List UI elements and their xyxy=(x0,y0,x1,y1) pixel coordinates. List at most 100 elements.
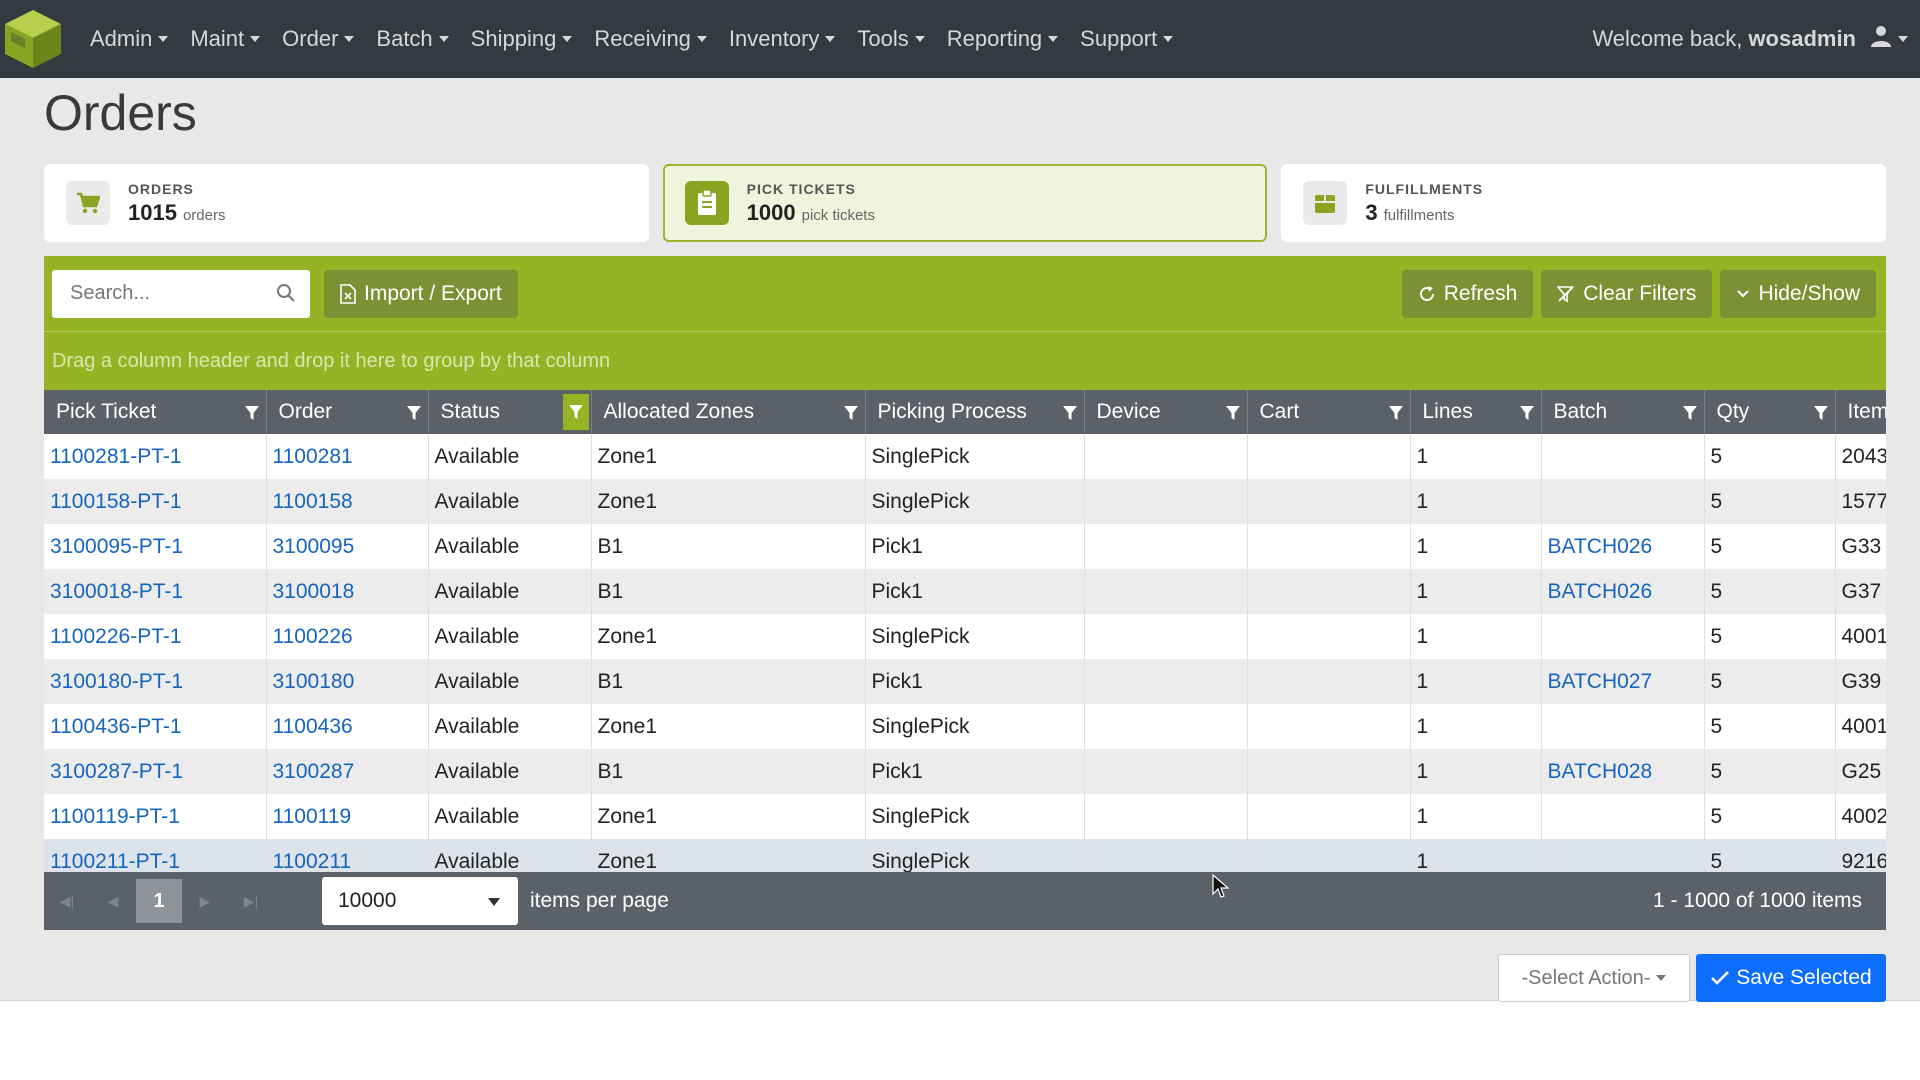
table-row[interactable]: 3100180-PT-1 3100180 Available B1 Pick1 1 BATC… xyxy=(44,659,1886,704)
cell-link[interactable]: 1100158 xyxy=(273,490,353,513)
cell-link[interactable]: BATCH026 xyxy=(1548,580,1653,603)
cell-link[interactable]: 1100281-PT-1 xyxy=(50,445,182,468)
cell-link[interactable]: 1100158-PT-1 xyxy=(50,490,182,513)
user-menu-chevron-icon[interactable] xyxy=(1898,36,1908,42)
table-row[interactable]: 3100287-PT-1 3100287 Available B1 Pick1 1 BATC… xyxy=(44,749,1886,794)
table-cell-qty: 5 xyxy=(1704,659,1836,704)
refresh-button[interactable]: Refresh xyxy=(1401,270,1534,318)
cell-link[interactable]: 3100287-PT-1 xyxy=(50,760,183,783)
table-row[interactable]: 1100226-PT-1 1100226 Available Zone1 SingleP… xyxy=(44,614,1886,659)
table-row[interactable]: 1100119-PT-1 1100119 Available Zone1 SingleP… xyxy=(44,794,1886,839)
cell-link[interactable]: 3100095 xyxy=(273,535,355,558)
nav-item-receiving[interactable]: Receiving xyxy=(594,26,707,52)
nav-item-shipping[interactable]: Shipping xyxy=(471,26,573,52)
cell-link[interactable]: BATCH026 xyxy=(1548,535,1653,558)
last-page-icon[interactable]: ▶| xyxy=(228,893,274,910)
table-cell-pick-ticket: 3100287-PT-1 xyxy=(44,749,267,794)
table-row[interactable]: 3100018-PT-1 3100018 Available B1 Pick1 1 BATC… xyxy=(44,569,1886,614)
app-logo-icon[interactable] xyxy=(0,6,66,72)
column-header-pick-ticket[interactable]: Pick Ticket xyxy=(44,390,267,434)
cell-link[interactable]: BATCH027 xyxy=(1548,670,1653,693)
cell-link[interactable]: 1100281 xyxy=(273,445,353,468)
next-page-icon[interactable]: ▶ xyxy=(182,893,228,910)
cell-link[interactable]: 1100119-PT-1 xyxy=(50,805,180,828)
cell-link[interactable]: 1100119 xyxy=(273,805,352,828)
card-fulfillments[interactable]: FULFILLMENTS 3 fulfillments xyxy=(1281,164,1887,242)
column-header-order[interactable]: Order xyxy=(266,390,429,434)
welcome-message[interactable]: Welcome back, wosadmin xyxy=(1592,0,1908,78)
cell-link[interactable]: 1100211 xyxy=(273,850,352,873)
cell-link[interactable]: 1100211-PT-1 xyxy=(50,850,180,873)
card-label: ORDERS xyxy=(128,180,194,197)
items-per-page-label: items per page xyxy=(530,889,669,912)
cell-link[interactable]: 3100180-PT-1 xyxy=(50,670,183,693)
cell-link[interactable]: 3100018-PT-1 xyxy=(50,580,183,603)
column-filter-icon[interactable] xyxy=(1813,403,1829,427)
column-header-qty[interactable]: Qty xyxy=(1704,390,1836,434)
column-filter-icon[interactable] xyxy=(406,403,422,427)
first-page-icon[interactable]: ◀| xyxy=(44,893,90,910)
column-filter-icon[interactable] xyxy=(1682,403,1698,427)
card-pick-tickets[interactable]: PICK TICKETS 1000 pick tickets xyxy=(662,164,1268,242)
user-icon[interactable] xyxy=(1870,25,1892,53)
table-row[interactable]: 1100281-PT-1 1100281 Available Zone1 SingleP… xyxy=(44,434,1886,479)
nav-item-reporting[interactable]: Reporting xyxy=(947,26,1059,52)
nav-item-order[interactable]: Order xyxy=(282,26,355,52)
page-number-button[interactable]: 1 xyxy=(136,879,182,923)
save-selected-button[interactable]: Save Selected xyxy=(1696,954,1886,1002)
table-cell-lines: 1 xyxy=(1410,749,1542,794)
clear-filters-button[interactable]: Clear Filters xyxy=(1541,270,1713,318)
cell-link[interactable]: 3100018 xyxy=(273,580,355,603)
card-orders[interactable]: ORDERS 1015 orders xyxy=(44,164,649,242)
column-header-allocated-zones[interactable]: Allocated Zones xyxy=(591,390,866,434)
select-action-dropdown[interactable]: -Select Action- xyxy=(1498,954,1690,1002)
import-export-button[interactable]: Import / Export xyxy=(324,269,518,318)
table-row[interactable]: 1100436-PT-1 1100436 Available Zone1 SingleP… xyxy=(44,704,1886,749)
cell-link[interactable]: BATCH028 xyxy=(1548,760,1653,783)
column-header-item[interactable]: Item xyxy=(1835,390,1886,434)
nav-item-tools[interactable]: Tools xyxy=(857,26,925,52)
column-filter-icon[interactable] xyxy=(1519,403,1535,427)
table-cell-item: G33 xyxy=(1835,524,1886,569)
column-header-cart[interactable]: Cart xyxy=(1247,390,1411,434)
table-cell-cart xyxy=(1247,749,1411,794)
search-input[interactable]: Search... xyxy=(52,269,310,318)
nav-item-batch[interactable]: Batch xyxy=(376,26,449,52)
cell-link[interactable]: 1100436 xyxy=(273,715,353,738)
top-navbar: Admin Maint Order Batch Shipping Receiving Inv… xyxy=(0,0,1920,78)
column-filter-icon[interactable] xyxy=(843,403,859,427)
nav-item-admin[interactable]: Admin xyxy=(90,26,169,52)
table-row[interactable]: 1100158-PT-1 1100158 Available Zone1 SingleP… xyxy=(44,479,1886,524)
search-icon[interactable] xyxy=(276,283,296,309)
column-header-picking-process[interactable]: Picking Process xyxy=(865,390,1085,434)
column-filter-icon[interactable] xyxy=(1062,403,1078,427)
nav-item-maint[interactable]: Maint xyxy=(190,26,261,52)
cell-link[interactable]: 1100226-PT-1 xyxy=(50,625,182,648)
cell-link[interactable]: 3100095-PT-1 xyxy=(50,535,183,558)
group-by-drop-area[interactable]: Drag a column header and drop it here to… xyxy=(44,332,1886,390)
nav-item-label: Support xyxy=(1080,26,1158,51)
column-filter-icon[interactable] xyxy=(1388,403,1404,427)
nav-item-inventory[interactable]: Inventory xyxy=(729,26,836,52)
column-header-label: Status xyxy=(440,400,501,423)
column-header-lines[interactable]: Lines xyxy=(1410,390,1542,434)
prev-page-icon[interactable]: ◀ xyxy=(90,893,136,910)
table-cell-qty: 5 xyxy=(1704,614,1836,659)
hide-show-button[interactable]: Hide/Show xyxy=(1720,270,1876,318)
select-action-label: -Select Action- xyxy=(1521,966,1651,989)
chevron-down-icon xyxy=(344,36,355,42)
page-size-select[interactable]: 10000 xyxy=(322,877,518,925)
column-filter-icon[interactable] xyxy=(1225,403,1241,427)
column-filter-icon[interactable] xyxy=(244,403,260,427)
table-row[interactable]: 3100095-PT-1 3100095 Available B1 Pick1 1 BATC… xyxy=(44,524,1886,569)
chevron-down-icon xyxy=(825,36,836,42)
cell-link[interactable]: 1100436-PT-1 xyxy=(50,715,182,738)
cell-link[interactable]: 3100287 xyxy=(273,760,355,783)
column-header-status[interactable]: Status xyxy=(428,390,592,434)
nav-item-support[interactable]: Support xyxy=(1080,26,1174,52)
cell-link[interactable]: 3100180 xyxy=(273,670,355,693)
column-header-batch[interactable]: Batch xyxy=(1541,390,1705,434)
column-filter-icon[interactable] xyxy=(562,394,589,430)
column-header-device[interactable]: Device xyxy=(1084,390,1248,434)
cell-link[interactable]: 1100226 xyxy=(273,625,353,648)
